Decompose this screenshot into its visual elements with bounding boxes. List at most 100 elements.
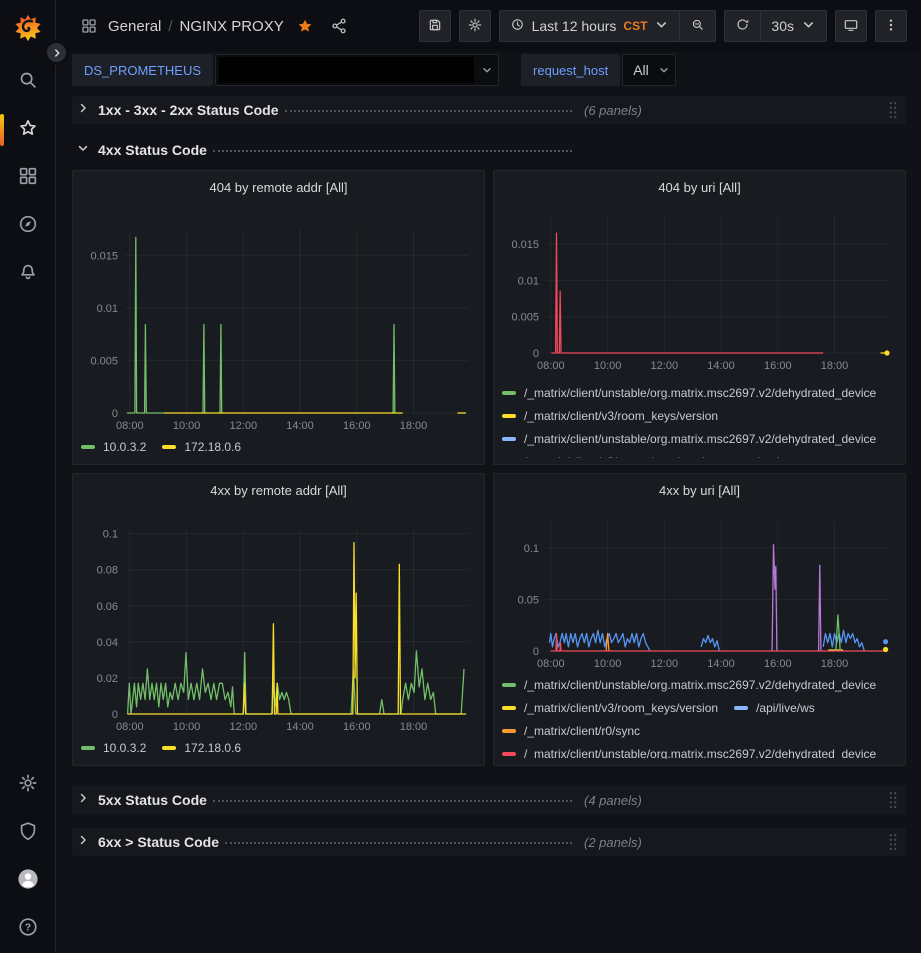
legend-item[interactable]: /_matrix/client/v3/room_keys/version — [502, 696, 718, 719]
legend-item[interactable]: 10.0.3.2 — [81, 736, 146, 759]
row-title: 4xx Status Code — [98, 142, 207, 158]
dashboard-variables: DS_PROMETHEUS request_hostAll — [56, 52, 921, 88]
sidebar-item-help[interactable]: ? — [0, 905, 55, 953]
svg-text:10:00: 10:00 — [173, 420, 201, 432]
chevron-right-icon — [76, 791, 94, 809]
favorite-star-icon[interactable] — [296, 17, 314, 35]
legend-item[interactable]: /_matrix/client/r0/sync — [502, 719, 640, 742]
series-color-dash — [502, 683, 516, 687]
row-panel-count: (2 panels) — [584, 835, 642, 850]
drag-handle-icon[interactable] — [888, 833, 900, 851]
chevron-down-icon — [653, 64, 675, 76]
sidebar-item-server-admin[interactable] — [0, 809, 55, 857]
refresh-icon — [735, 17, 750, 35]
sidebar-item-explore[interactable] — [0, 202, 55, 250]
tv-mode-button[interactable] — [835, 10, 867, 42]
sidebar-item-alerting[interactable] — [0, 250, 55, 298]
redacted-value — [219, 57, 474, 83]
search-icon — [17, 69, 39, 96]
chevron-right-icon — [76, 833, 94, 851]
legend-item[interactable]: 172.18.0.6 — [162, 736, 241, 759]
legend-label: /_matrix/client/unstable/org.matrix.msc2… — [524, 386, 876, 400]
panel-title[interactable]: 4xx by remote addr [All] — [81, 480, 476, 504]
svg-text:08:00: 08:00 — [537, 658, 565, 669]
svg-text:14:00: 14:00 — [286, 420, 314, 432]
row-dotted-leader — [213, 142, 572, 152]
gear-icon — [17, 772, 39, 799]
time-series-chart[interactable]: 08:0010:0012:0014:0016:0018:0000.0050.01… — [502, 201, 899, 377]
variable-label: request_host — [521, 54, 620, 86]
save-dashboard-button[interactable] — [419, 10, 451, 42]
sidebar-bottom-nav: ? — [0, 761, 55, 953]
variable-DS_PROMETHEUS: DS_PROMETHEUS — [72, 54, 499, 86]
variable-label: DS_PROMETHEUS — [72, 54, 213, 86]
svg-text:0.05: 0.05 — [518, 594, 539, 606]
breadcrumb-section[interactable]: General — [108, 18, 161, 35]
legend-label: /_matrix/client/unstable/org.matrix.msc2… — [524, 432, 876, 446]
row-lead: 4xx Status Code — [98, 142, 572, 158]
legend-item[interactable]: /_matrix/client/v3/room_keys/version — [502, 404, 718, 427]
svg-text:0: 0 — [112, 408, 118, 420]
svg-text:0.08: 0.08 — [97, 565, 118, 577]
panel-title[interactable]: 404 by uri [All] — [502, 177, 897, 201]
sidebar-item-configuration[interactable] — [0, 761, 55, 809]
svg-text:08:00: 08:00 — [116, 420, 144, 432]
breadcrumb-title: NGINX PROXY — [180, 18, 284, 35]
panel-legend: /_matrix/client/unstable/org.matrix.msc2… — [502, 381, 897, 458]
series-color-dash — [162, 445, 176, 449]
gear-icon — [467, 17, 483, 36]
panel-title[interactable]: 404 by remote addr [All] — [81, 177, 476, 201]
share-icon[interactable] — [330, 17, 348, 35]
sidebar-item-starred[interactable] — [0, 106, 55, 154]
legend-item[interactable]: 172.18.0.6 — [162, 435, 241, 458]
drag-handle-icon[interactable] — [888, 791, 900, 809]
sidebar-expand-button[interactable] — [44, 40, 69, 65]
legend-item[interactable]: /_matrix/client/unstable/org.matrix.msc2… — [502, 673, 876, 696]
series-color-dash — [502, 414, 516, 418]
svg-text:18:00: 18:00 — [400, 721, 428, 733]
sidebar-item-dashboards[interactable] — [0, 154, 55, 202]
legend-item[interactable]: /_matrix/client/v3/room_keys/version — [502, 450, 718, 458]
dashboards-icon — [80, 17, 98, 35]
variable-value-dropdown[interactable]: All — [622, 54, 676, 86]
legend-item[interactable]: /api/live/ws — [734, 696, 815, 719]
drag-handle-icon[interactable] — [888, 101, 900, 119]
panel-4xx-by-remote-addr-all-: 4xx by remote addr [All]08:0010:0012:001… — [72, 473, 485, 766]
main-content: General / NGINX PROXY Last 12 hoursCST30… — [56, 0, 921, 953]
save-icon — [427, 17, 443, 36]
legend-item[interactable]: /_matrix/client/unstable/org.matrix.msc2… — [502, 381, 876, 404]
svg-text:0.015: 0.015 — [90, 250, 118, 262]
legend-item[interactable]: 10.0.3.2 — [81, 435, 146, 458]
panel-title[interactable]: 4xx by uri [All] — [502, 480, 897, 504]
zoom-out-button[interactable] — [680, 11, 715, 41]
row-panel-count: (4 panels) — [584, 793, 642, 808]
refresh-interval-button[interactable]: 30s — [761, 11, 826, 41]
dashboard-row[interactable]: 5xx Status Code(4 panels) — [72, 786, 906, 814]
refresh-button[interactable] — [725, 11, 760, 41]
avatar-icon — [17, 868, 39, 895]
legend-item[interactable]: /_matrix/client/unstable/org.matrix.msc2… — [502, 742, 876, 759]
svg-text:?: ? — [24, 922, 30, 933]
dashboard-row[interactable]: 1xx - 3xx - 2xx Status Code(6 panels) — [72, 96, 906, 124]
sidebar-item-search[interactable] — [0, 58, 55, 106]
svg-text:14:00: 14:00 — [286, 721, 314, 733]
sidebar: ? — [0, 0, 56, 953]
legend-item[interactable]: /sw.js — [734, 450, 785, 458]
sidebar-item-profile[interactable] — [0, 857, 55, 905]
compass-icon — [17, 213, 39, 240]
dashboard-row[interactable]: 4xx Status Code — [72, 138, 906, 162]
more-options-button[interactable] — [875, 10, 907, 42]
dashboard-settings-button[interactable] — [459, 10, 491, 42]
dashboard-row[interactable]: 6xx > Status Code(2 panels) — [72, 828, 906, 856]
variable-value-dropdown[interactable] — [215, 54, 499, 86]
time-series-chart[interactable]: 08:0010:0012:0014:0016:0018:0000.050.1 — [502, 504, 899, 669]
grafana-logo[interactable] — [11, 10, 45, 44]
time-series-chart[interactable]: 08:0010:0012:0014:0016:0018:0000.0050.01… — [81, 201, 478, 435]
svg-text:0: 0 — [533, 646, 539, 658]
star-icon — [17, 117, 39, 144]
legend-item[interactable]: /_matrix/client/unstable/org.matrix.msc2… — [502, 427, 876, 450]
series-color-dash — [734, 706, 748, 710]
time-series-chart[interactable]: 08:0010:0012:0014:0016:0018:0000.020.040… — [81, 504, 478, 736]
tv-icon — [843, 17, 859, 36]
time-range-button[interactable]: Last 12 hoursCST — [500, 11, 680, 41]
